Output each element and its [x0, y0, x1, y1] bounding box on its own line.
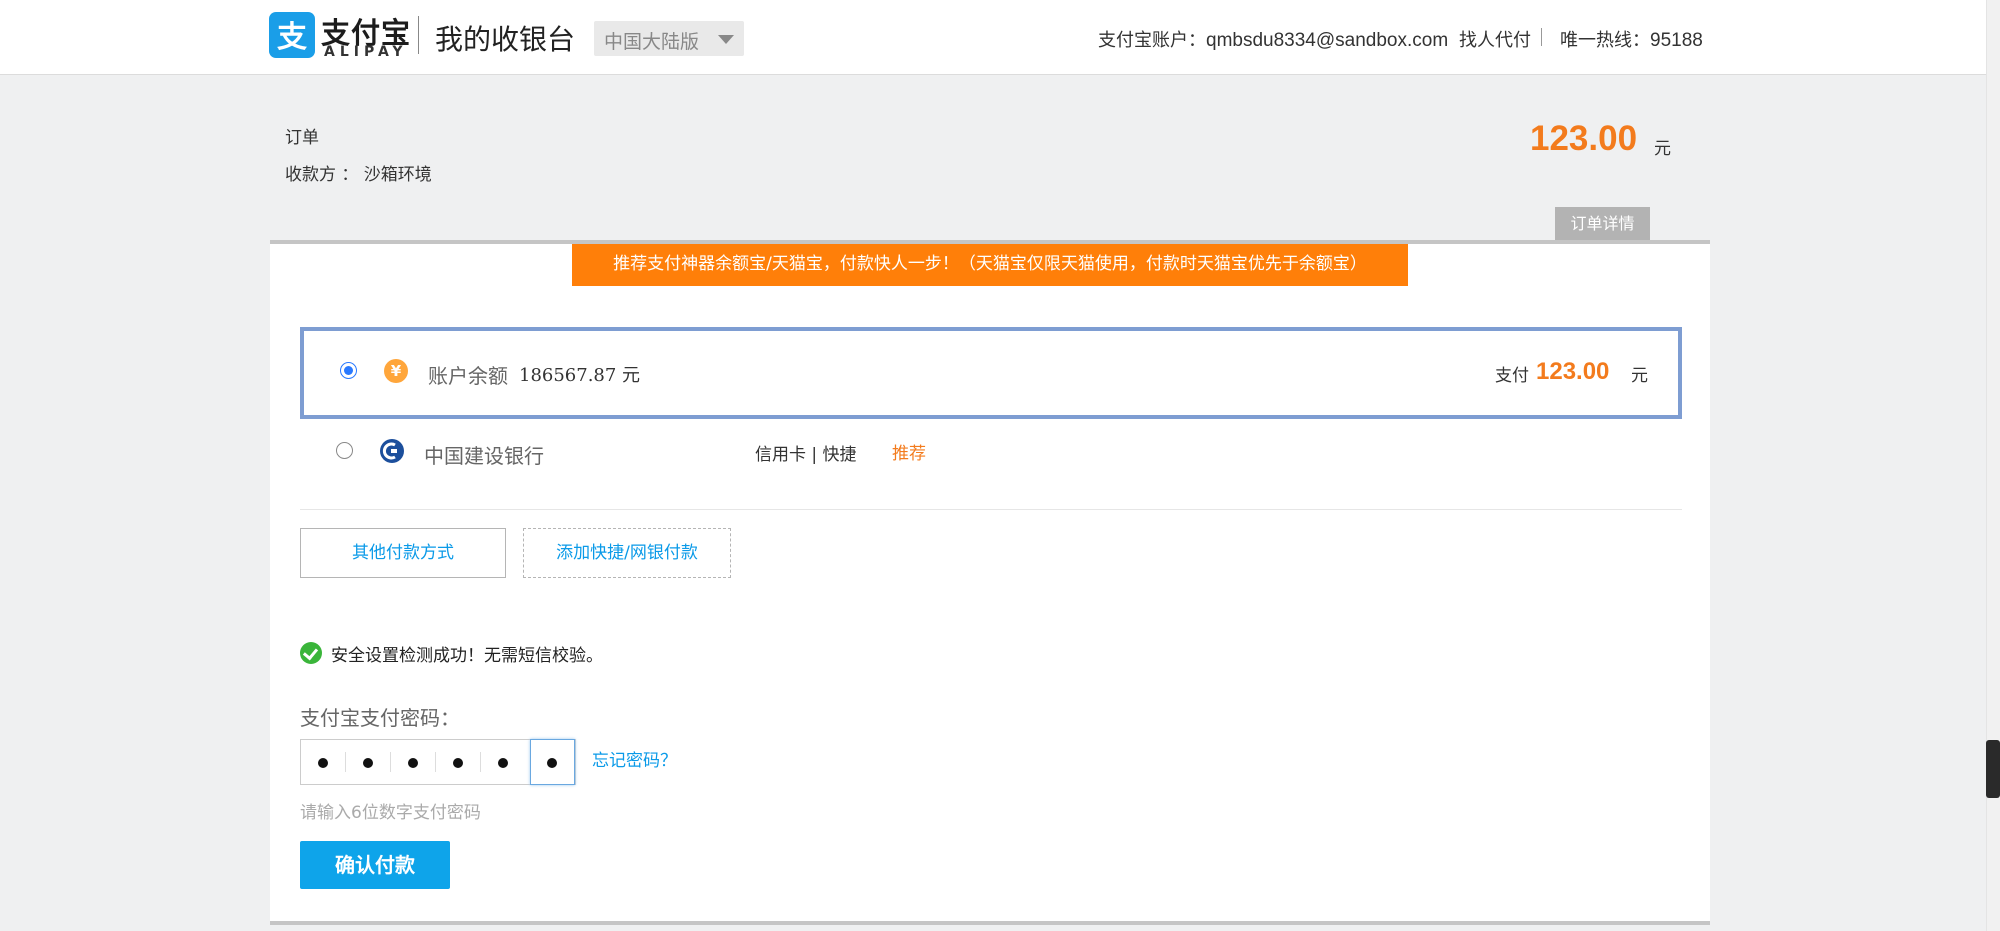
account-info: 支付宝账户：qmbsdu8334@sandbox.com: [1098, 26, 1448, 52]
password-digit: [301, 740, 346, 784]
order-amount: 123.00: [1530, 119, 1638, 158]
chevron-down-icon: [718, 35, 734, 44]
password-dot: [547, 758, 557, 768]
header-separator: [1541, 28, 1542, 46]
forgot-password-link[interactable]: 忘记密码？: [592, 746, 677, 771]
add-method-button[interactable]: 添加快捷/网银付款: [523, 528, 731, 578]
pay-amount: 123.00: [1536, 358, 1610, 385]
ccb-radio[interactable]: [336, 442, 353, 459]
svg-text:支: 支: [277, 20, 307, 55]
order-detail-button[interactable]: 订单详情: [1555, 207, 1650, 240]
password-dot: [453, 758, 463, 768]
password-label: 支付宝支付密码：: [300, 706, 460, 730]
page-title: 我的收银台: [435, 23, 576, 56]
password-digit-active: [530, 739, 575, 785]
balance-amount: 186567.87 元: [519, 365, 641, 386]
order-label: 订单: [285, 128, 319, 148]
password-hint: 请输入6位数字支付密码: [300, 803, 481, 823]
account-email: qmbsdu8334@sandbox.com: [1206, 30, 1449, 51]
hotline: 唯一热线：95188: [1560, 26, 1703, 52]
account-label: 支付宝账户：: [1098, 30, 1206, 51]
payment-method-ccb[interactable]: 中国建设银行 信用卡 | 快捷 推荐: [300, 424, 1682, 494]
card-type: 信用卡 | 快捷: [755, 445, 857, 465]
password-digit: [391, 740, 436, 784]
balance-radio[interactable]: [340, 362, 357, 379]
password-dot: [363, 758, 373, 768]
bank-name: 中国建设银行: [424, 444, 544, 468]
order-amount-unit: 元: [1654, 139, 1671, 159]
divider: [300, 509, 1682, 510]
yuan-icon: ¥: [384, 359, 408, 383]
logo-divider: [418, 16, 419, 54]
pay-unit: 元: [1631, 366, 1648, 386]
alipay-logo-icon: 支: [269, 12, 315, 58]
password-dot: [318, 758, 328, 768]
scrollbar-thumb[interactable]: [1986, 740, 2000, 798]
region-select[interactable]: 中国大陆版: [594, 21, 744, 56]
payment-panel: 推荐支付神器余额宝/天猫宝，付款快人一步！（天猫宝仅限天猫使用，付款时天猫宝优先…: [270, 240, 1710, 925]
ccb-bank-icon: [380, 439, 404, 463]
password-digit: [346, 740, 391, 784]
hotline-number: 95188: [1650, 30, 1703, 51]
other-methods-button[interactable]: 其他付款方式: [300, 528, 506, 578]
confirm-payment-button[interactable]: 确认付款: [300, 841, 450, 889]
logo-subtext: ALIPAY: [324, 44, 408, 60]
payment-method-balance[interactable]: ¥ 账户余额 186567.87 元 支付 123.00 元: [300, 327, 1682, 419]
recommend-badge: 推荐: [892, 444, 926, 464]
password-dot: [498, 758, 508, 768]
promo-banner: 推荐支付神器余额宝/天猫宝，付款快人一步！（天猫宝仅限天猫使用，付款时天猫宝优先…: [572, 244, 1408, 286]
top-header: 支 支付宝 ALIPAY 我的收银台 中国大陆版 支付宝账户：qmbsdu833…: [0, 0, 1986, 75]
password-digit: [481, 740, 526, 784]
find-payer-link[interactable]: 找人代付: [1459, 26, 1531, 52]
check-circle-icon: [300, 642, 322, 664]
password-digit: [436, 740, 481, 784]
pay-label: 支付: [1495, 366, 1529, 386]
region-select-label: 中国大陆版: [604, 31, 700, 53]
payee-info: 收款方 ： 沙箱环境: [285, 165, 432, 185]
balance-label: 账户余额: [428, 364, 508, 388]
hotline-label: 唯一热线：: [1560, 30, 1650, 51]
password-input[interactable]: [300, 739, 576, 785]
security-message: 安全设置检测成功！无需短信校验。: [331, 646, 603, 666]
password-dot: [408, 758, 418, 768]
